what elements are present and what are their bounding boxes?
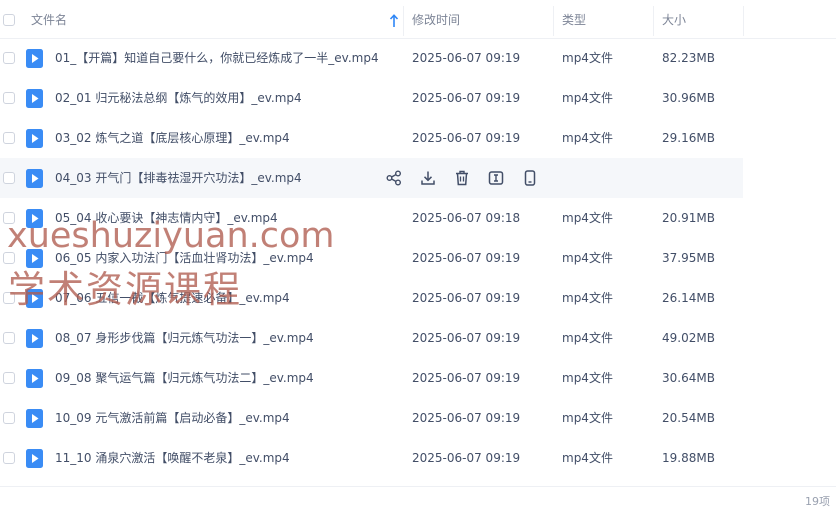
file-row[interactable]: 10_09 元气激活前篇【启动必备】_ev.mp4 2025-06-07 09:… xyxy=(0,398,743,438)
file-size: 20.91MB xyxy=(662,211,715,225)
row-checkbox[interactable] xyxy=(3,92,15,104)
file-modified-time: 2025-06-07 09:19 xyxy=(412,91,521,105)
file-modified-time: 2025-06-07 09:19 xyxy=(412,411,521,425)
delete-icon[interactable] xyxy=(453,169,471,187)
row-checkbox[interactable] xyxy=(3,172,15,184)
video-file-icon xyxy=(26,289,43,308)
file-modified-time: 2025-06-07 09:19 xyxy=(412,131,521,145)
file-size: 37.95MB xyxy=(662,251,715,265)
row-checkbox[interactable] xyxy=(3,212,15,224)
mobile-icon[interactable] xyxy=(521,169,539,187)
file-name[interactable]: 06_05 内家入功法门【活血壮肾功法】_ev.mp4 xyxy=(55,238,314,278)
file-modified-time: 2025-06-07 09:19 xyxy=(412,291,521,305)
download-icon[interactable] xyxy=(419,169,437,187)
file-modified-time: 2025-06-07 09:19 xyxy=(412,451,521,465)
video-file-icon xyxy=(26,249,43,268)
file-list-view: 文件名 修改时间 类型 大小 01_【开篇】知道自己要什么，你就已经炼成了一半_… xyxy=(0,0,836,519)
column-divider[interactable] xyxy=(403,6,404,36)
column-header-type[interactable]: 类型 xyxy=(562,0,586,38)
row-checkbox[interactable] xyxy=(3,372,15,384)
file-name[interactable]: 07_06 五信一截【炼气提速必备】_ev.mp4 xyxy=(55,278,290,318)
file-size: 29.16MB xyxy=(662,131,715,145)
video-file-icon xyxy=(26,49,43,68)
file-size: 82.23MB xyxy=(662,51,715,65)
file-type: mp4文件 xyxy=(562,411,613,425)
file-row[interactable]: 08_07 身形步伐篇【归元炼气功法一】_ev.mp4 2025-06-07 0… xyxy=(0,318,743,358)
file-row[interactable]: 02_01 归元秘法总纲【炼气的效用】_ev.mp4 2025-06-07 09… xyxy=(0,78,743,118)
table-header: 文件名 修改时间 类型 大小 xyxy=(0,0,836,39)
footer-divider xyxy=(0,486,836,487)
file-type: mp4文件 xyxy=(562,251,613,265)
file-name[interactable]: 05_04 收心要诀【神志情内守】_ev.mp4 xyxy=(55,198,278,238)
file-name[interactable]: 09_08 聚气运气篇【归元炼气功法二】_ev.mp4 xyxy=(55,358,314,398)
file-size: 20.54MB xyxy=(662,411,715,425)
file-name[interactable]: 08_07 身形步伐篇【归元炼气功法一】_ev.mp4 xyxy=(55,318,314,358)
file-type: mp4文件 xyxy=(562,331,613,345)
file-name[interactable]: 03_02 炼气之道【底层核心原理】_ev.mp4 xyxy=(55,118,290,158)
file-size: 30.96MB xyxy=(662,91,715,105)
row-checkbox[interactable] xyxy=(3,132,15,144)
file-modified-time: 2025-06-07 09:19 xyxy=(412,251,521,265)
file-size: 49.02MB xyxy=(662,331,715,345)
file-row[interactable]: 03_02 炼气之道【底层核心原理】_ev.mp4 2025-06-07 09:… xyxy=(0,118,743,158)
file-modified-time: 2025-06-07 09:19 xyxy=(412,371,521,385)
row-checkbox[interactable] xyxy=(3,252,15,264)
file-type: mp4文件 xyxy=(562,91,613,105)
video-file-icon xyxy=(26,369,43,388)
file-name[interactable]: 02_01 归元秘法总纲【炼气的效用】_ev.mp4 xyxy=(55,78,302,118)
video-file-icon xyxy=(26,129,43,148)
column-divider[interactable] xyxy=(553,6,554,36)
item-count: 19项 xyxy=(805,495,830,508)
file-row[interactable]: 05_04 收心要诀【神志情内守】_ev.mp4 2025-06-07 09:1… xyxy=(0,198,743,238)
file-name[interactable]: 01_【开篇】知道自己要什么，你就已经炼成了一半_ev.mp4 xyxy=(55,38,379,78)
video-file-icon xyxy=(26,89,43,108)
file-type: mp4文件 xyxy=(562,291,613,305)
file-type: mp4文件 xyxy=(562,211,613,225)
file-type: mp4文件 xyxy=(562,371,613,385)
file-name[interactable]: 11_10 涌泉穴激活【唤醒不老泉】_ev.mp4 xyxy=(55,438,290,478)
file-size: 26.14MB xyxy=(662,291,715,305)
column-header-size[interactable]: 大小 xyxy=(662,0,686,38)
column-header-time[interactable]: 修改时间 xyxy=(412,0,460,38)
video-file-icon xyxy=(26,329,43,348)
file-type: mp4文件 xyxy=(562,131,613,145)
row-checkbox[interactable] xyxy=(3,412,15,424)
video-file-icon xyxy=(26,449,43,468)
file-type: mp4文件 xyxy=(562,51,613,65)
column-divider[interactable] xyxy=(743,6,744,36)
row-checkbox[interactable] xyxy=(3,292,15,304)
sort-ascending-icon[interactable] xyxy=(389,13,399,27)
row-checkbox[interactable] xyxy=(3,52,15,64)
video-file-icon xyxy=(26,409,43,428)
file-modified-time: 2025-06-07 09:18 xyxy=(412,211,521,225)
file-row[interactable]: 07_06 五信一截【炼气提速必备】_ev.mp4 2025-06-07 09:… xyxy=(0,278,743,318)
row-checkbox[interactable] xyxy=(3,332,15,344)
video-file-icon xyxy=(26,169,43,188)
file-row[interactable]: 06_05 内家入功法门【活血壮肾功法】_ev.mp4 2025-06-07 0… xyxy=(0,238,743,278)
file-size: 19.88MB xyxy=(662,451,715,465)
file-row-hovered[interactable]: 04_03 开气门【排毒祛湿开穴功法】_ev.mp4 xyxy=(0,158,743,198)
video-file-icon xyxy=(26,209,43,228)
column-divider[interactable] xyxy=(653,6,654,36)
file-modified-time: 2025-06-07 09:19 xyxy=(412,331,521,345)
file-type: mp4文件 xyxy=(562,451,613,465)
file-row[interactable]: 11_10 涌泉穴激活【唤醒不老泉】_ev.mp4 2025-06-07 09:… xyxy=(0,438,743,478)
share-icon[interactable] xyxy=(385,169,403,187)
file-name[interactable]: 10_09 元气激活前篇【启动必备】_ev.mp4 xyxy=(55,398,290,438)
select-all-checkbox[interactable] xyxy=(3,14,15,26)
file-modified-time: 2025-06-07 09:19 xyxy=(412,51,521,65)
file-row[interactable]: 01_【开篇】知道自己要什么，你就已经炼成了一半_ev.mp4 2025-06-… xyxy=(0,38,743,78)
file-row[interactable]: 09_08 聚气运气篇【归元炼气功法二】_ev.mp4 2025-06-07 0… xyxy=(0,358,743,398)
file-size: 30.64MB xyxy=(662,371,715,385)
file-name[interactable]: 04_03 开气门【排毒祛湿开穴功法】_ev.mp4 xyxy=(55,158,302,198)
column-header-name[interactable]: 文件名 xyxy=(31,0,67,38)
rename-icon[interactable] xyxy=(487,169,505,187)
row-checkbox[interactable] xyxy=(3,452,15,464)
